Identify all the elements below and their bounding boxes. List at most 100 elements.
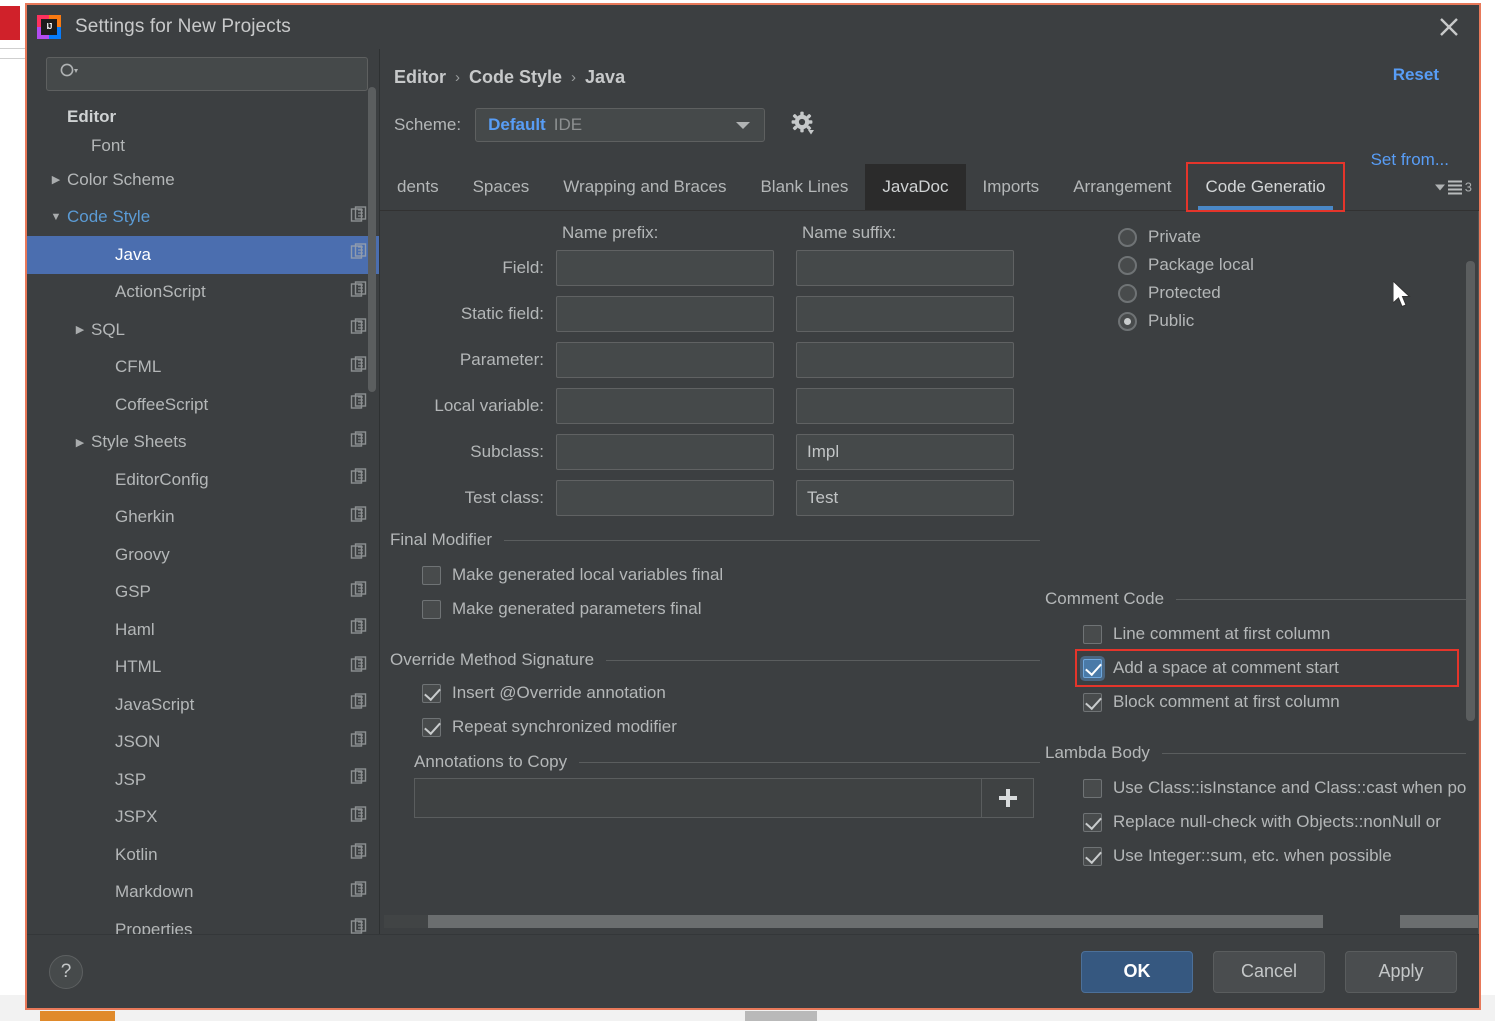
sidebar-item-json[interactable]: ▶ JSON [27, 724, 380, 762]
suffix-input-subclass[interactable] [796, 434, 1014, 470]
checkbox-block-comment-at-first-column[interactable]: Block comment at first column [1083, 685, 1466, 719]
apply-button[interactable]: Apply [1345, 950, 1457, 993]
tab-imports[interactable]: Imports [966, 164, 1057, 210]
prefix-input-test-class[interactable] [556, 480, 774, 516]
checkbox-indicator[interactable] [422, 717, 441, 737]
breadcrumb-item-editor[interactable]: Editor [394, 67, 446, 88]
checkbox-use-class-isinstance-and-class-cast-when-po[interactable]: Use Class::isInstance and Class::cast wh… [1083, 771, 1466, 805]
visibility-radio-private[interactable]: Private [1118, 223, 1254, 251]
copy-scheme-icon[interactable] [350, 656, 368, 679]
sidebar-item-jspx[interactable]: ▶ JSPX [27, 799, 380, 837]
tab-overflow-button[interactable]: 3 [1434, 180, 1472, 195]
tab-wrapping-and-braces[interactable]: Wrapping and Braces [546, 164, 743, 210]
cancel-button[interactable]: Cancel [1213, 950, 1325, 993]
tab-arrangement[interactable]: Arrangement [1056, 164, 1188, 210]
chevron-right-icon[interactable]: ▶ [73, 436, 87, 449]
sidebar-item-groovy[interactable]: ▶ Groovy [27, 536, 380, 574]
sidebar-item-color-scheme[interactable]: ▶ Color Scheme [27, 161, 380, 199]
copy-scheme-icon[interactable] [350, 356, 368, 379]
tab-javadoc[interactable]: JavaDoc [865, 164, 966, 210]
sidebar-item-jsp[interactable]: ▶ JSP [27, 761, 380, 799]
radio-indicator[interactable] [1118, 255, 1137, 275]
checkbox-add-a-space-at-comment-start[interactable]: Add a space at comment start [1075, 649, 1459, 687]
scheme-dropdown[interactable]: Default IDE [475, 108, 766, 142]
checkbox-replace-null-check-with-objects-nonnull-or[interactable]: Replace null-check with Objects::nonNull… [1083, 805, 1466, 839]
sidebar-item-cfml[interactable]: ▶ CFML [27, 349, 380, 387]
checkbox-indicator[interactable] [1083, 624, 1102, 644]
copy-scheme-icon[interactable] [350, 431, 368, 454]
checkbox-line-comment-at-first-column[interactable]: Line comment at first column [1083, 617, 1466, 651]
prefix-input-subclass[interactable] [556, 434, 774, 470]
suffix-input-field[interactable] [796, 250, 1014, 286]
sidebar-item-actionscript[interactable]: ▶ ActionScript [27, 274, 380, 312]
sidebar-item-html[interactable]: ▶ HTML [27, 649, 380, 687]
copy-scheme-icon[interactable] [350, 768, 368, 791]
copy-scheme-icon[interactable] [350, 318, 368, 341]
copy-scheme-icon[interactable] [350, 881, 368, 904]
scrollbar-thumb[interactable] [428, 915, 1323, 928]
sidebar-item-font[interactable]: ▶ Font [27, 131, 380, 161]
prefix-input-static-field[interactable] [556, 296, 774, 332]
copy-scheme-icon[interactable] [350, 693, 368, 716]
copy-scheme-icon[interactable] [350, 581, 368, 604]
suffix-input-test-class[interactable] [796, 480, 1014, 516]
prefix-input-parameter[interactable] [556, 342, 774, 378]
checkbox-make-generated-local-variables-final[interactable]: Make generated local variables final [422, 558, 1040, 592]
sidebar-item-coffeescript[interactable]: ▶ CoffeeScript [27, 386, 380, 424]
sidebar-item-kotlin[interactable]: ▶ Kotlin [27, 836, 380, 874]
copy-scheme-icon[interactable] [350, 618, 368, 641]
sidebar-item-java[interactable]: ▶ Java [27, 236, 380, 274]
checkbox-repeat-synchronized-modifier[interactable]: Repeat synchronized modifier [422, 710, 1040, 744]
sidebar-item-editorconfig[interactable]: ▶ EditorConfig [27, 461, 380, 499]
checkbox-indicator[interactable] [1083, 692, 1102, 712]
copy-scheme-icon[interactable] [350, 806, 368, 829]
checkbox-indicator[interactable] [422, 683, 441, 703]
copy-scheme-icon[interactable] [350, 918, 368, 934]
radio-indicator[interactable] [1118, 283, 1137, 303]
sidebar-item-properties[interactable]: ▶ Properties [27, 911, 380, 934]
chevron-down-icon[interactable]: ▼ [49, 211, 63, 223]
sidebar-item-sql[interactable]: ▶ SQL [27, 311, 380, 349]
tab-code-generatio[interactable]: Code Generatio [1186, 162, 1345, 212]
tab-spaces[interactable]: Spaces [456, 164, 547, 210]
content-horizontal-scrollbar-right[interactable] [1400, 915, 1479, 928]
prefix-input-field[interactable] [556, 250, 774, 286]
annotations-table-body[interactable] [415, 779, 981, 817]
content-vertical-scrollbar[interactable] [1466, 261, 1475, 721]
copy-scheme-icon[interactable] [350, 843, 368, 866]
checkbox-indicator[interactable] [1083, 812, 1102, 832]
checkbox-insert-override-annotation[interactable]: Insert @Override annotation [422, 676, 1040, 710]
checkbox-indicator[interactable] [1083, 778, 1102, 798]
sidebar-item-haml[interactable]: ▶ Haml [27, 611, 380, 649]
radio-indicator[interactable] [1118, 227, 1137, 247]
suffix-input-static-field[interactable] [796, 296, 1014, 332]
annotations-to-copy-table[interactable] [414, 778, 1034, 818]
checkbox-indicator[interactable] [422, 599, 441, 619]
tab-dents[interactable]: dents [380, 164, 456, 210]
sidebar-item-editor[interactable]: ▶ Editor [27, 103, 380, 131]
suffix-input-local-variable[interactable] [796, 388, 1014, 424]
add-annotation-button[interactable] [981, 779, 1033, 817]
close-icon[interactable] [1433, 11, 1465, 43]
sidebar-item-markdown[interactable]: ▶ Markdown [27, 874, 380, 912]
sidebar-item-style-sheets[interactable]: ▶ Style Sheets [27, 424, 380, 462]
chevron-right-icon[interactable]: ▶ [49, 173, 63, 186]
sidebar-scrollbar[interactable] [368, 87, 376, 392]
copy-scheme-icon[interactable] [350, 243, 368, 266]
sidebar-item-gsp[interactable]: ▶ GSP [27, 574, 380, 612]
copy-scheme-icon[interactable] [350, 468, 368, 491]
sidebar-item-javascript[interactable]: ▶ JavaScript [27, 686, 380, 724]
ok-button[interactable]: OK [1081, 950, 1193, 993]
visibility-radio-public[interactable]: Public [1118, 307, 1254, 335]
checkbox-indicator[interactable] [1083, 846, 1102, 866]
sidebar-item-gherkin[interactable]: ▶ Gherkin [27, 499, 380, 537]
copy-scheme-icon[interactable] [350, 206, 368, 229]
radio-indicator[interactable] [1118, 311, 1137, 331]
checkbox-make-generated-parameters-final[interactable]: Make generated parameters final [422, 592, 1040, 626]
content-horizontal-scrollbar[interactable] [384, 915, 1323, 928]
help-button[interactable]: ? [49, 954, 83, 989]
checkbox-indicator[interactable] [1083, 658, 1102, 678]
search-box[interactable] [46, 57, 368, 91]
checkbox-use-integer-sum-etc-when-possible[interactable]: Use Integer::sum, etc. when possible [1083, 839, 1466, 873]
suffix-input-parameter[interactable] [796, 342, 1014, 378]
